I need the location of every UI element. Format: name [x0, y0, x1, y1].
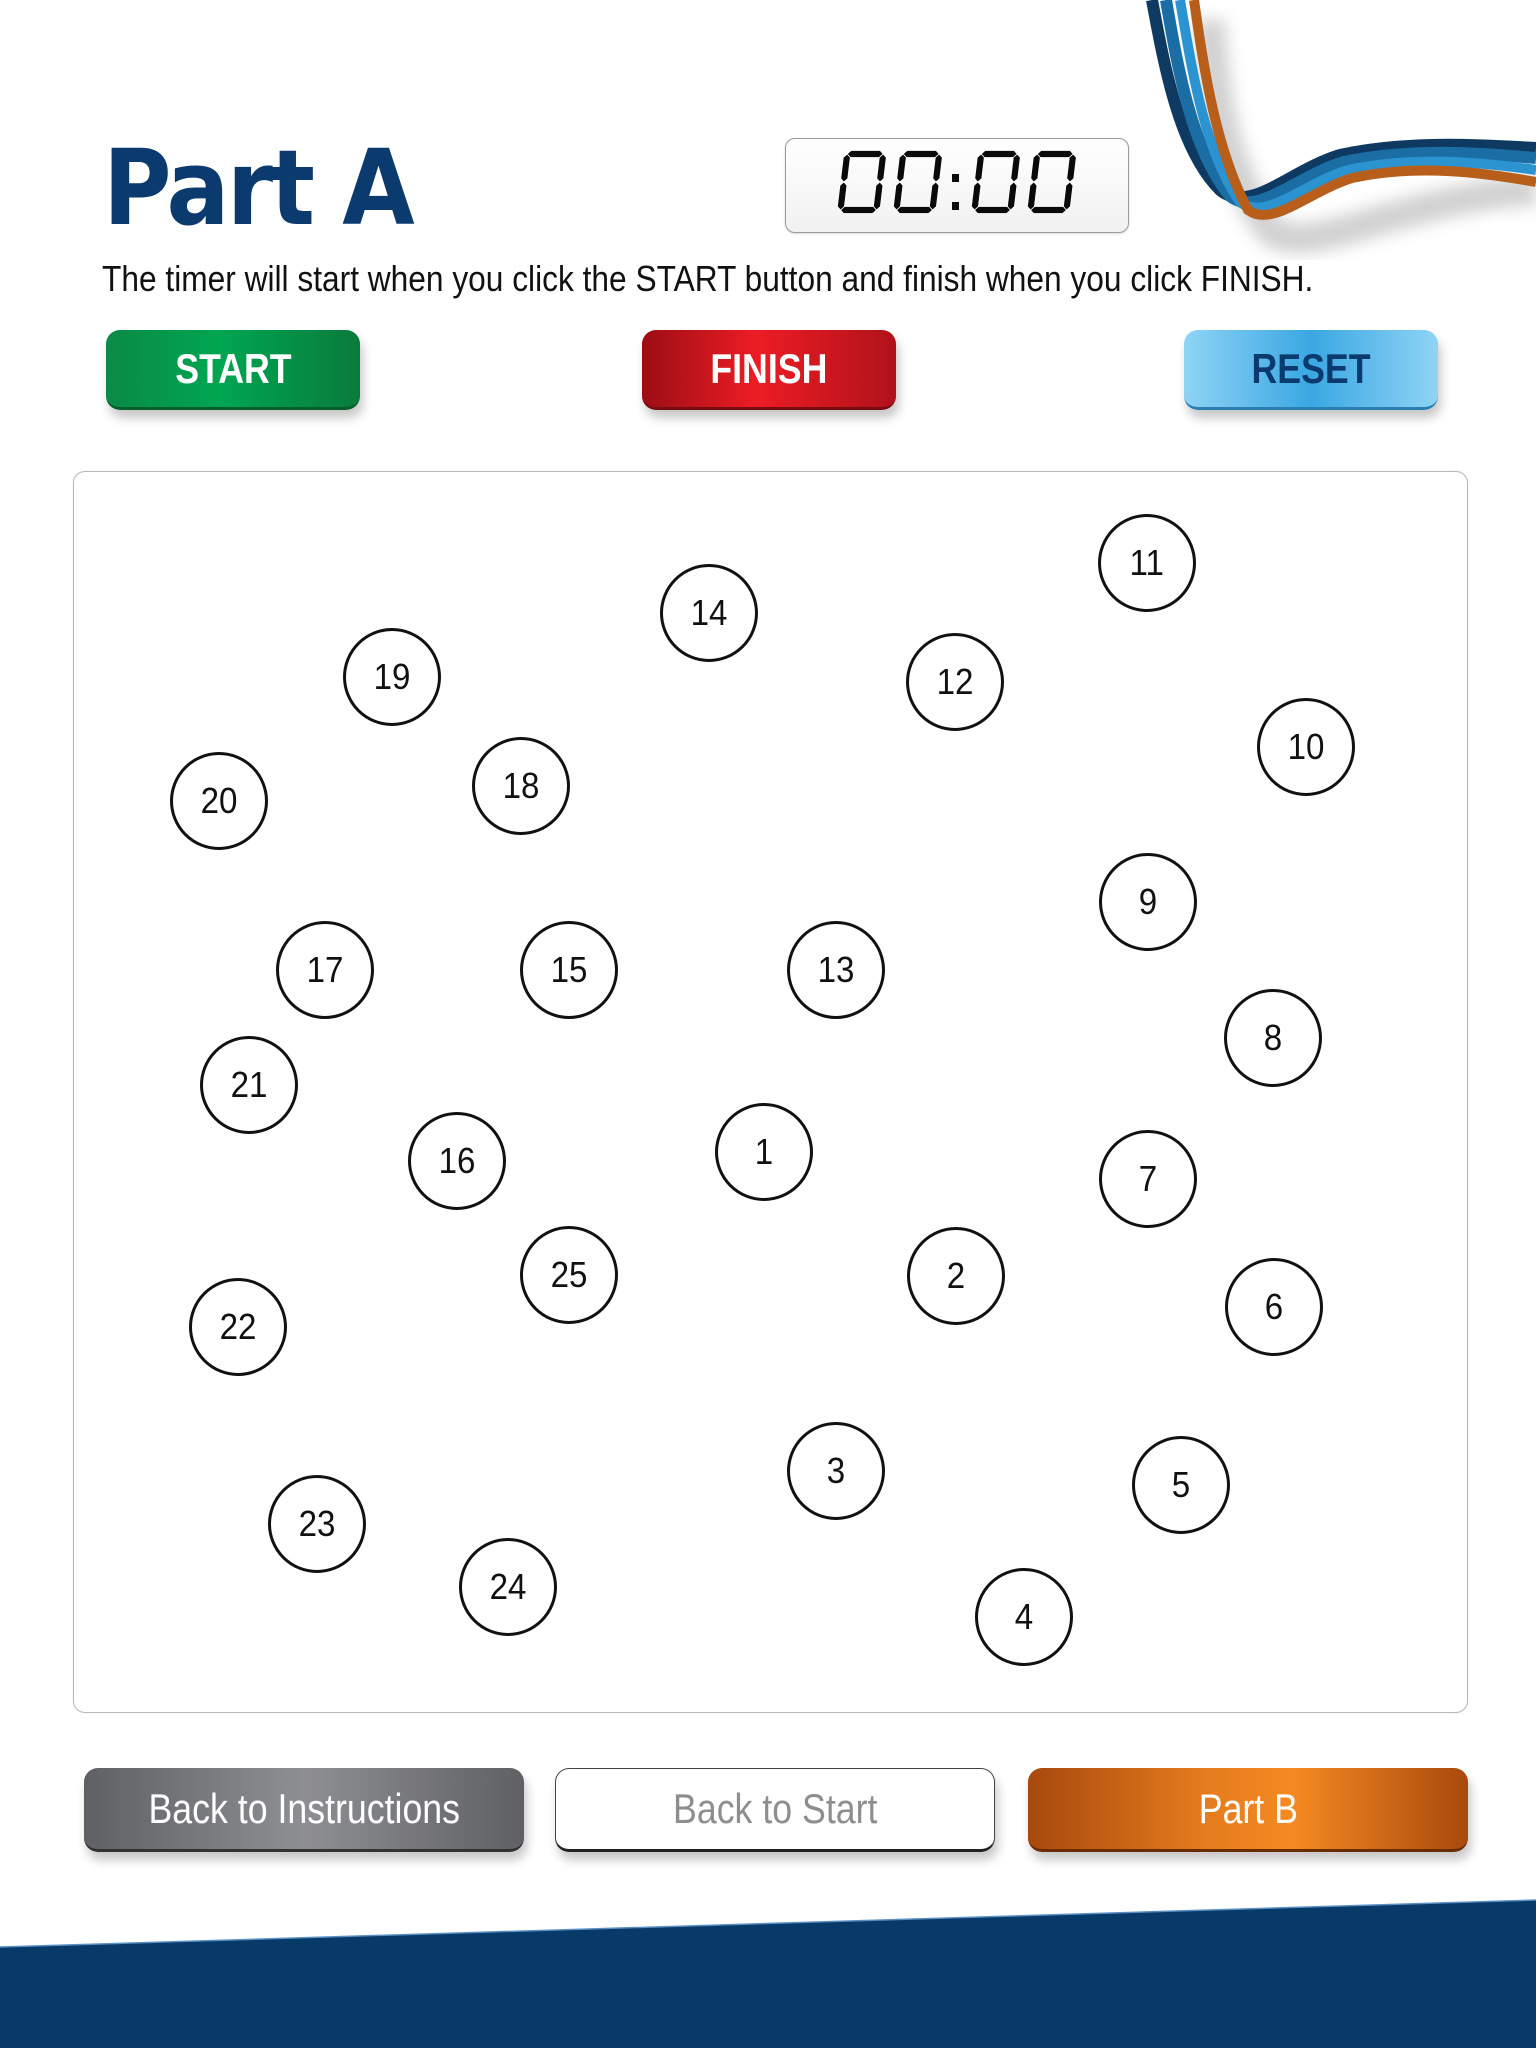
- trail-circle-9[interactable]: 9: [1099, 853, 1197, 951]
- trail-circle-label: 4: [1014, 1596, 1034, 1637]
- trail-circle-label: 25: [550, 1254, 588, 1295]
- decorative-ribbon: [1146, 0, 1536, 254]
- start-button[interactable]: START: [106, 330, 360, 410]
- trail-circle-17[interactable]: 17: [276, 921, 374, 1019]
- trail-circle-13[interactable]: 13: [787, 921, 885, 1019]
- part-b-label: Part B: [1198, 1784, 1298, 1832]
- back-to-instructions-label: Back to Instructions: [148, 1784, 460, 1832]
- trail-circle-label: 12: [936, 661, 974, 702]
- trail-circle-24[interactable]: 24: [459, 1538, 557, 1636]
- finish-button[interactable]: FINISH: [642, 330, 896, 410]
- trail-circle-label: 1: [754, 1131, 774, 1172]
- back-to-instructions-button[interactable]: Back to Instructions: [84, 1768, 524, 1852]
- footer-band: [0, 1899, 1536, 2048]
- trail-circle-label: 24: [489, 1566, 527, 1607]
- timer-colon-dot: [952, 201, 959, 210]
- trail-circle-12[interactable]: 12: [906, 633, 1004, 731]
- trail-circle-25[interactable]: 25: [520, 1226, 618, 1324]
- timer-colon-dot: [952, 173, 959, 182]
- trail-circle-label: 22: [219, 1306, 257, 1347]
- trail-circle-label: 3: [826, 1450, 846, 1491]
- trail-circle-label: 2: [946, 1255, 966, 1296]
- timer-digit: [892, 149, 943, 214]
- timer-digits: [836, 149, 1077, 214]
- reset-button[interactable]: RESET: [1184, 330, 1438, 410]
- trail-circle-22[interactable]: 22: [189, 1278, 287, 1376]
- timer-digit: [970, 149, 1021, 214]
- trail-circle-label: 6: [1264, 1286, 1284, 1327]
- trail-circle-label: 20: [200, 780, 238, 821]
- trail-circle-16[interactable]: 16: [408, 1112, 506, 1210]
- trail-circle-15[interactable]: 15: [520, 921, 618, 1019]
- trail-circle-label: 10: [1287, 726, 1325, 767]
- page-title: Part A: [103, 127, 415, 249]
- trail-circle-2[interactable]: 2: [907, 1227, 1005, 1325]
- trail-circle-10[interactable]: 10: [1257, 698, 1355, 796]
- trail-circle-label: 8: [1263, 1017, 1283, 1058]
- trail-circle-6[interactable]: 6: [1225, 1258, 1323, 1356]
- trail-circle-4[interactable]: 4: [975, 1568, 1073, 1666]
- trail-circle-21[interactable]: 21: [200, 1036, 298, 1134]
- timer-digit: [836, 149, 887, 214]
- trail-circle-19[interactable]: 19: [343, 628, 441, 726]
- trail-circle-label: 5: [1171, 1464, 1191, 1505]
- trail-circle-18[interactable]: 18: [472, 737, 570, 835]
- trail-circle-label: 17: [306, 949, 344, 990]
- trail-circle-label: 15: [550, 949, 588, 990]
- finish-button-label: FINISH: [710, 344, 828, 392]
- trail-circle-label: 9: [1138, 881, 1158, 922]
- timer-display: 00:00: [785, 138, 1129, 233]
- instructions-text: The timer will start when you click the …: [102, 258, 1314, 299]
- trail-circle-label: 11: [1129, 542, 1165, 583]
- trail-circle-label: 13: [817, 949, 855, 990]
- trail-circle-label: 23: [298, 1503, 336, 1544]
- trail-circle-23[interactable]: 23: [268, 1475, 366, 1573]
- trail-circle-14[interactable]: 14: [660, 564, 758, 662]
- part-b-button[interactable]: Part B: [1028, 1768, 1468, 1852]
- reset-button-label: RESET: [1251, 344, 1371, 392]
- start-button-label: START: [174, 344, 292, 392]
- trail-circle-3[interactable]: 3: [787, 1422, 885, 1520]
- trail-circle-label: 7: [1138, 1158, 1158, 1199]
- trail-circle-label: 21: [230, 1064, 268, 1105]
- trail-circle-7[interactable]: 7: [1099, 1130, 1197, 1228]
- trail-circle-20[interactable]: 20: [170, 752, 268, 850]
- trail-circle-5[interactable]: 5: [1132, 1436, 1230, 1534]
- timer-digit: [1026, 149, 1077, 214]
- back-to-start-label: Back to Start: [672, 1785, 878, 1832]
- trail-circle-label: 14: [690, 592, 728, 633]
- trail-circle-label: 16: [438, 1140, 476, 1181]
- trail-circle-label: 18: [502, 765, 540, 806]
- trail-circle-8[interactable]: 8: [1224, 989, 1322, 1087]
- trail-circle-1[interactable]: 1: [715, 1103, 813, 1201]
- trail-circle-label: 19: [373, 656, 411, 697]
- trail-circle-11[interactable]: 11: [1098, 514, 1196, 612]
- back-to-start-button[interactable]: Back to Start: [555, 1768, 995, 1852]
